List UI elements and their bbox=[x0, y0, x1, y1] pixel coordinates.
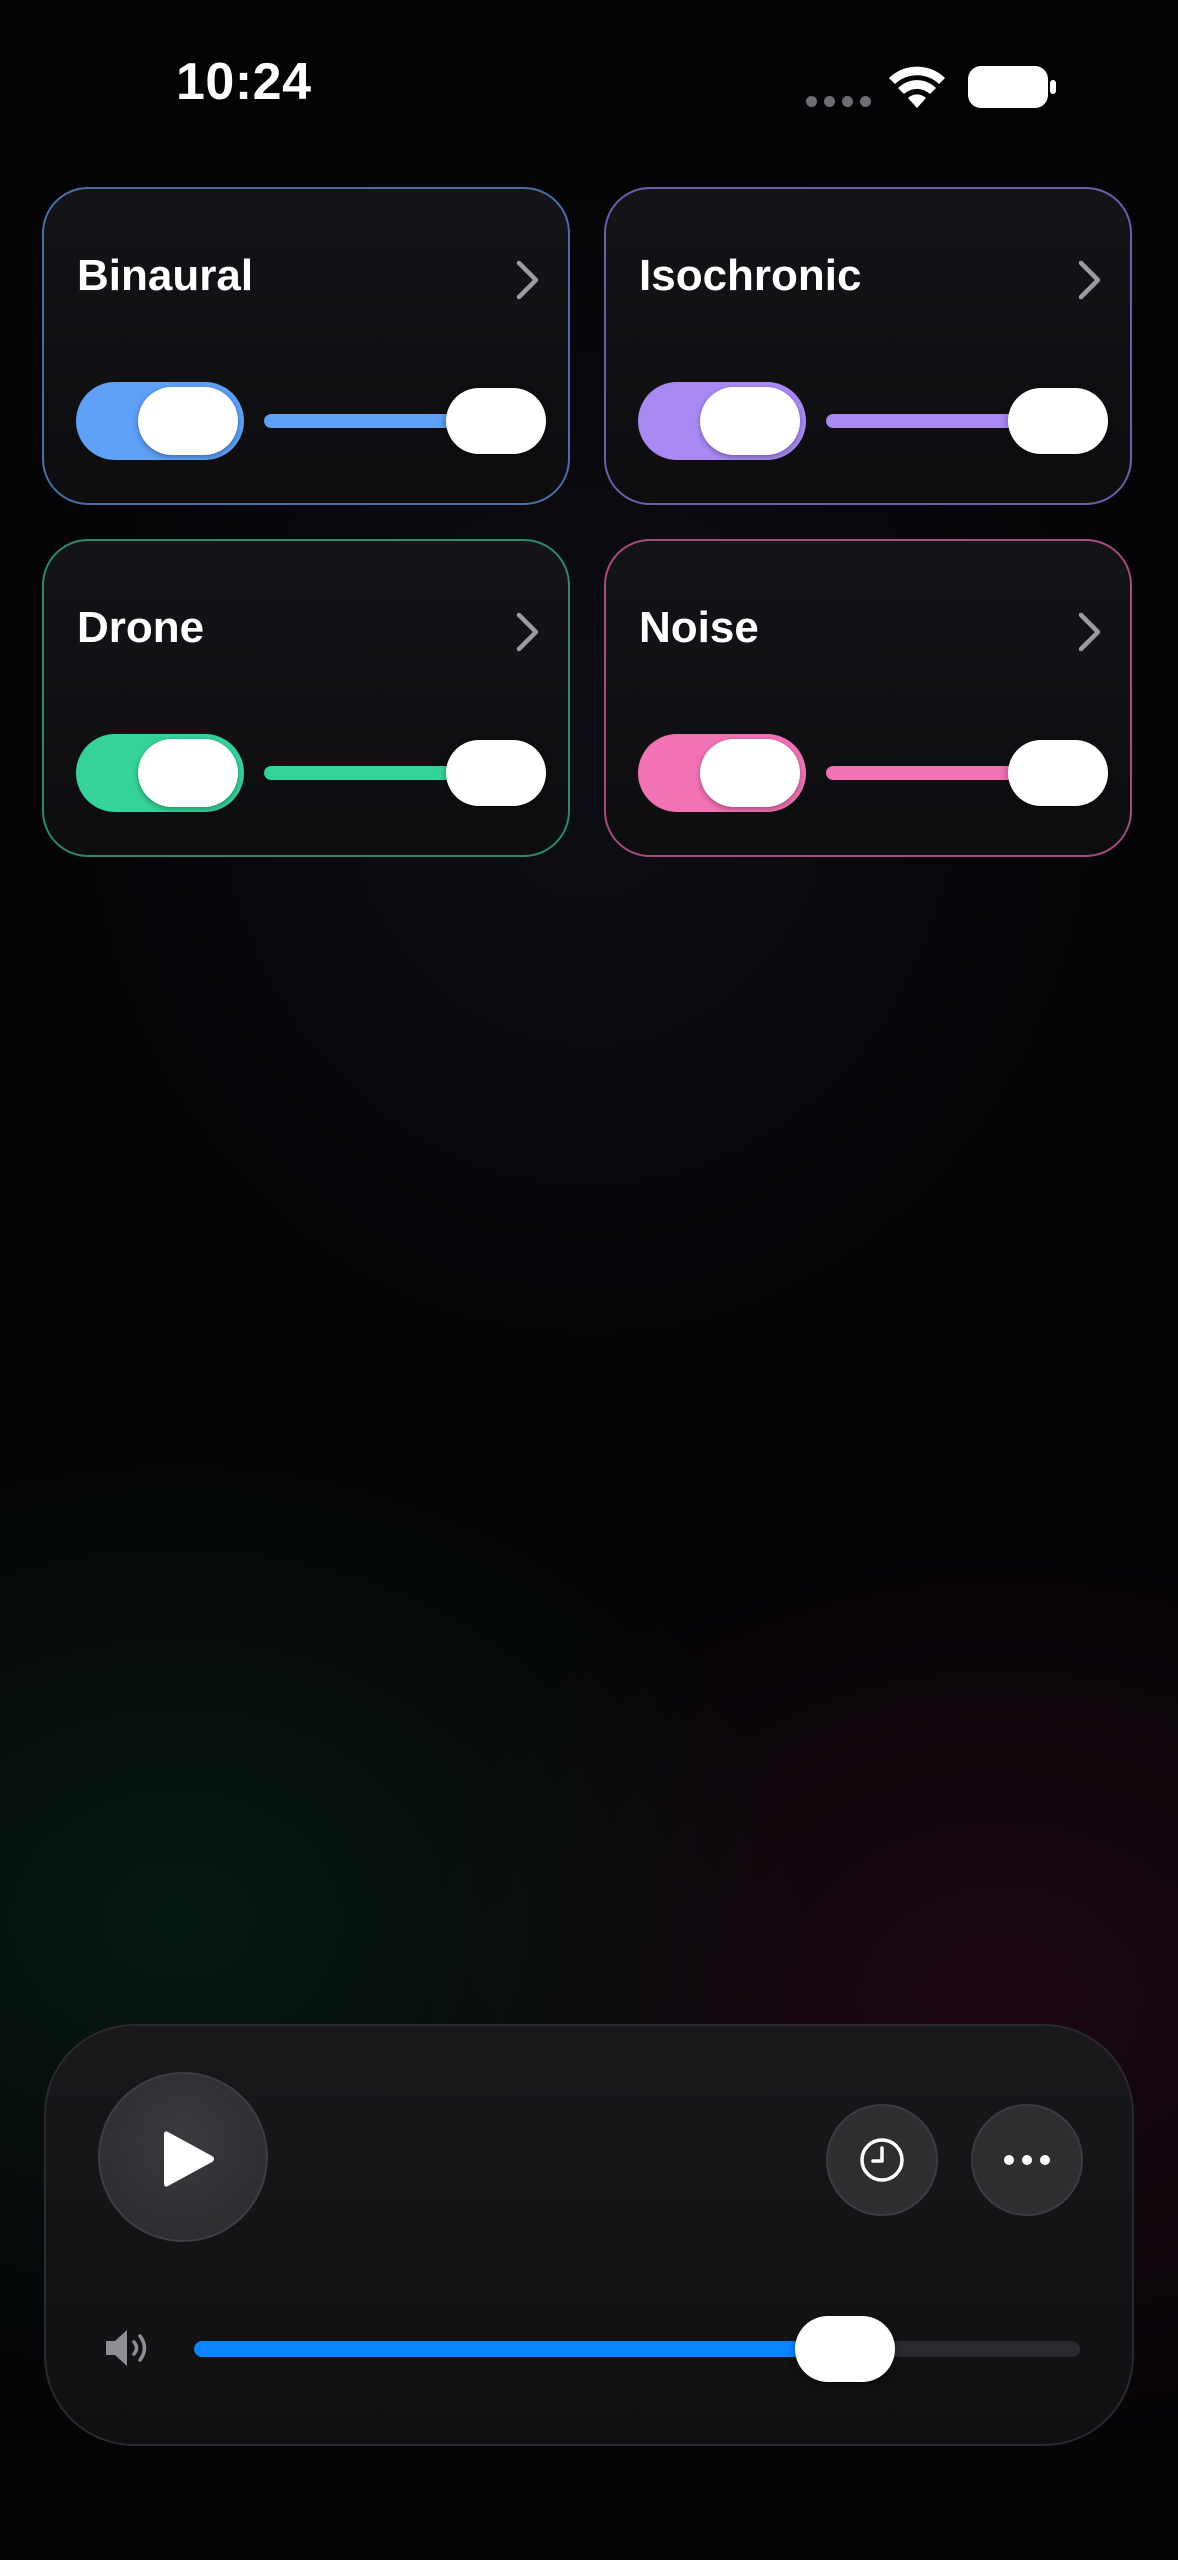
toggle-knob bbox=[138, 739, 238, 807]
card-title: Drone bbox=[77, 603, 205, 652]
wifi-icon bbox=[889, 66, 945, 108]
card-isochronic[interactable]: Isochronic bbox=[604, 187, 1132, 505]
speaker-icon bbox=[106, 2330, 147, 2366]
volume-slider[interactable] bbox=[194, 2308, 1080, 2388]
level-slider[interactable] bbox=[264, 735, 546, 811]
toggle-switch[interactable] bbox=[76, 382, 244, 460]
level-slider[interactable] bbox=[826, 735, 1108, 811]
chevron-right-icon[interactable] bbox=[514, 259, 542, 301]
more-button[interactable] bbox=[971, 2104, 1083, 2216]
toggle-knob bbox=[700, 739, 800, 807]
level-slider[interactable] bbox=[826, 383, 1108, 459]
slider-thumb[interactable] bbox=[1008, 740, 1108, 806]
timer-button[interactable] bbox=[826, 2104, 938, 2216]
cellular-signal-icon bbox=[806, 96, 871, 107]
chevron-right-icon[interactable] bbox=[1076, 611, 1104, 653]
volume-track bbox=[194, 2341, 1080, 2357]
clock-icon bbox=[860, 2138, 904, 2182]
level-slider[interactable] bbox=[264, 383, 546, 459]
card-binaural[interactable]: Binaural bbox=[42, 187, 570, 505]
app-screen: 10:24 Binaural Isochronic Drone Noise bbox=[0, 0, 1178, 2560]
toggle-switch[interactable] bbox=[76, 734, 244, 812]
chevron-right-icon[interactable] bbox=[514, 611, 542, 653]
chevron-right-icon[interactable] bbox=[1076, 259, 1104, 301]
volume-thumb[interactable] bbox=[795, 2316, 896, 2382]
toggle-switch[interactable] bbox=[638, 382, 806, 460]
battery-icon bbox=[968, 66, 1056, 108]
play-button[interactable] bbox=[98, 2072, 268, 2242]
toggle-knob bbox=[138, 387, 238, 455]
slider-thumb[interactable] bbox=[446, 740, 546, 806]
toggle-knob bbox=[700, 387, 800, 455]
more-icon bbox=[1004, 2155, 1050, 2165]
play-icon bbox=[164, 2131, 214, 2187]
card-title: Noise bbox=[639, 603, 759, 652]
status-time: 10:24 bbox=[176, 53, 312, 111]
slider-thumb[interactable] bbox=[1008, 388, 1108, 454]
toggle-switch[interactable] bbox=[638, 734, 806, 812]
card-noise[interactable]: Noise bbox=[604, 539, 1132, 857]
player-panel bbox=[44, 2024, 1134, 2446]
volume-fill bbox=[194, 2341, 846, 2357]
card-title: Binaural bbox=[77, 251, 254, 300]
card-title: Isochronic bbox=[639, 251, 862, 300]
card-drone[interactable]: Drone bbox=[42, 539, 570, 857]
slider-thumb[interactable] bbox=[446, 388, 546, 454]
